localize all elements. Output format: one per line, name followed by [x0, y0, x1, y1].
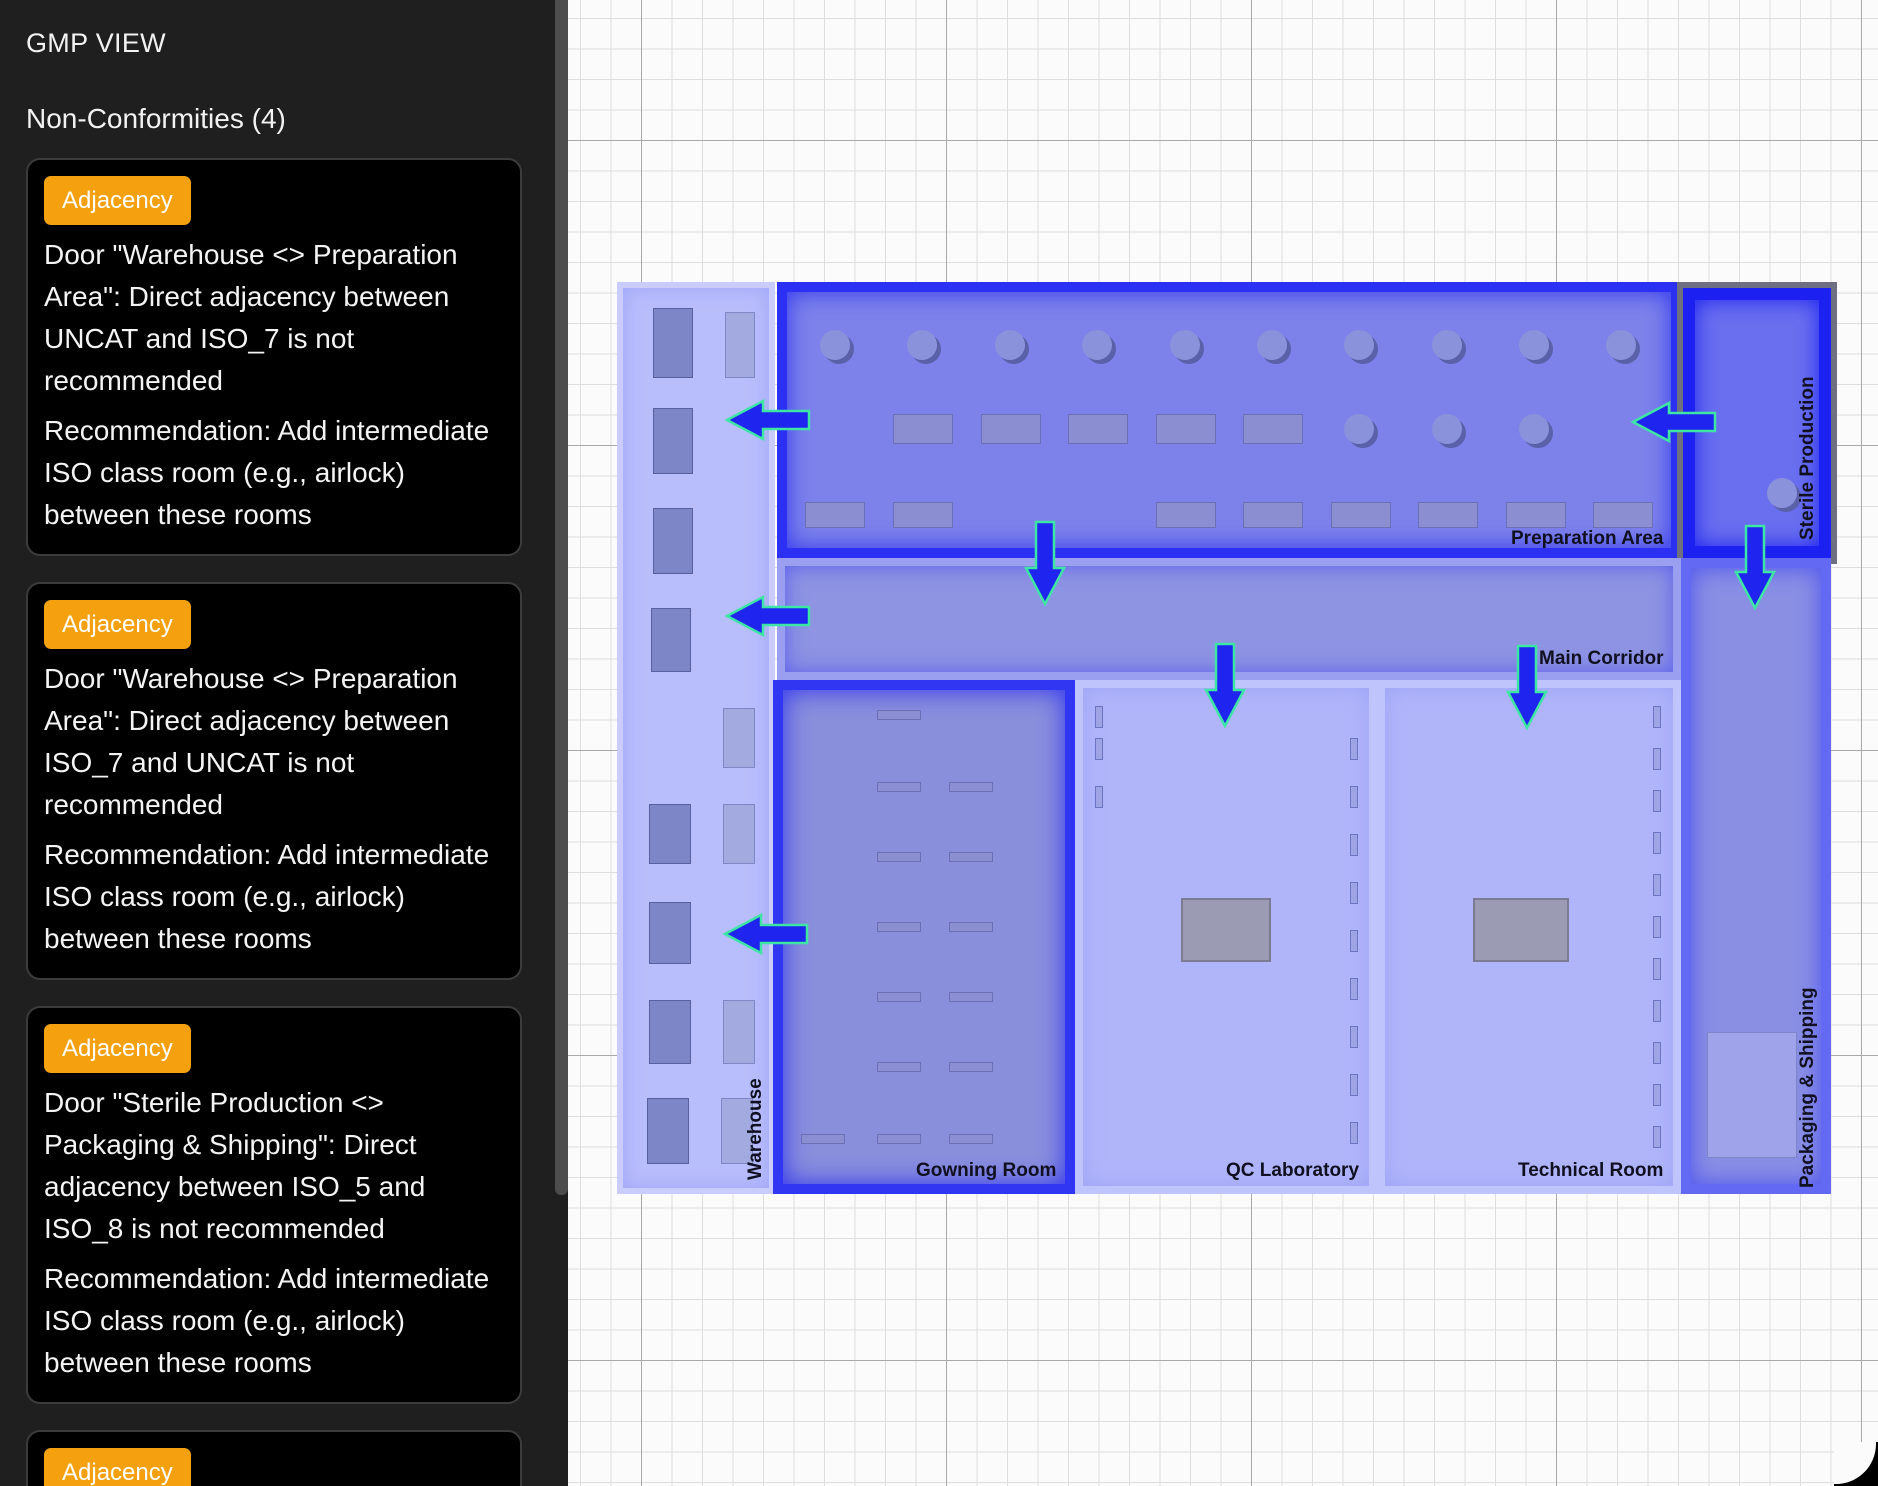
category-badge: Adjacency	[44, 600, 191, 649]
arrow-icon	[723, 399, 1776, 955]
non-conformity-description: Door "Warehouse <> Preparation Area": Di…	[44, 239, 458, 396]
app-title: GMP VIEW	[26, 28, 166, 58]
category-badge: Adjacency	[44, 1448, 191, 1486]
arrow-icon	[725, 399, 811, 441]
non-conformity-card[interactable]: Adjacency Door "Warehouse <> Preparation…	[26, 158, 522, 556]
arrow-icon	[725, 595, 811, 637]
floor-plan: Warehouse Preparation Area Sterile Produ…	[617, 282, 1837, 1194]
non-conformity-card[interactable]: Adjacency Door "Sterile Production <> Pa…	[26, 1006, 522, 1404]
non-conformity-description: Door "Sterile Production <> Packaging & …	[44, 1087, 426, 1244]
non-conformities-heading: Non-Conformities (4)	[26, 103, 286, 134]
arrow-icon	[1024, 520, 1066, 606]
category-badge: Adjacency	[44, 176, 191, 225]
non-conformity-list: Adjacency Door "Warehouse <> Preparation…	[26, 158, 522, 1486]
sidebar-scrollbar[interactable]	[555, 0, 568, 1195]
non-conformity-recommendation: Recommendation: Add intermediate ISO cla…	[44, 839, 490, 954]
non-conformity-card[interactable]: Adjacency	[26, 1430, 522, 1486]
non-conformity-recommendation: Recommendation: Add intermediate ISO cla…	[44, 415, 490, 530]
arrow-icon	[1506, 644, 1548, 730]
arrow-icon	[723, 913, 809, 955]
category-badge: Adjacency	[44, 1024, 191, 1073]
arrow-icon	[1204, 642, 1246, 728]
non-conformity-card[interactable]: Adjacency Door "Warehouse <> Preparation…	[26, 582, 522, 980]
arrow-icon	[1734, 524, 1776, 610]
non-conformity-description: Door "Warehouse <> Preparation Area": Di…	[44, 663, 458, 820]
non-conformity-recommendation: Recommendation: Add intermediate ISO cla…	[44, 1263, 490, 1378]
arrow-icon	[1631, 401, 1717, 443]
gmp-sidebar: GMP VIEW Non-Conformities (4) Adjacency …	[0, 0, 568, 1486]
